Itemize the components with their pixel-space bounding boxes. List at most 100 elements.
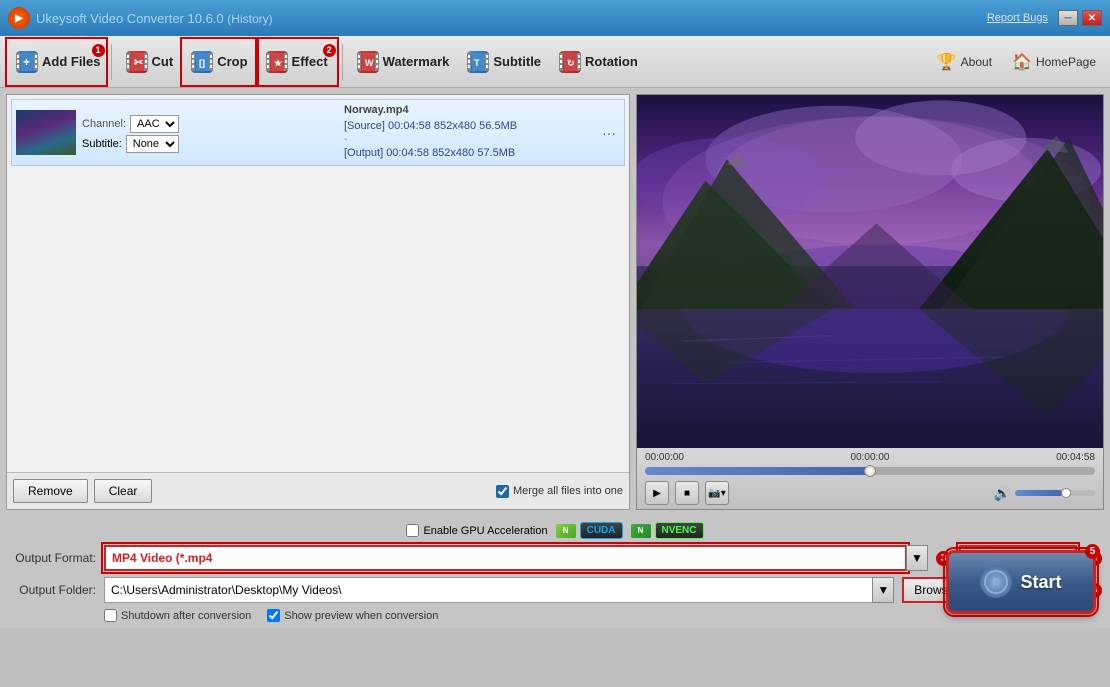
volume-fill — [1015, 490, 1063, 496]
watermark-icon: W — [357, 51, 379, 73]
format-input-group: ▼ — [104, 545, 928, 571]
file-info: Channel: AAC Subtitle: None — [82, 113, 330, 153]
cut-label: Cut — [152, 54, 174, 69]
main-area: Channel: AAC Subtitle: None Norway.mp4 — [0, 88, 1110, 516]
time-middle: 00:00:00 — [851, 452, 890, 463]
table-row[interactable]: Channel: AAC Subtitle: None Norway.mp4 — [11, 99, 625, 166]
separator-2 — [342, 44, 343, 80]
subtitle-select[interactable]: None — [126, 135, 179, 153]
shutdown-checkbox[interactable] — [104, 609, 117, 622]
effect-label: Effect — [292, 54, 328, 69]
file-meta: Norway.mp4 [Source] 00:04:58 852x480 56.… — [344, 104, 592, 161]
folder-path-input[interactable] — [104, 577, 873, 603]
homepage-button[interactable]: 🏠 HomePage — [1006, 48, 1102, 76]
preview-video — [637, 95, 1103, 448]
remove-button[interactable]: Remove — [13, 479, 88, 503]
preview-controls: 00:00:00 00:00:00 00:04:58 ▶ ■ 📷▾ 🔊 — [637, 448, 1103, 509]
preview-label: Show preview when conversion — [284, 610, 438, 622]
shutdown-label: Shutdown after conversion — [121, 610, 251, 622]
window-controls: ─ ✕ — [1058, 10, 1102, 26]
volume-track[interactable] — [1015, 490, 1095, 496]
cuda-logo: N — [556, 524, 576, 538]
subtitle-label: Subtitle — [493, 54, 541, 69]
progress-bar[interactable] — [645, 467, 1095, 475]
file-thumbnail — [16, 110, 76, 155]
volume-icon: 🔊 — [994, 485, 1011, 502]
start-label: Start — [1020, 572, 1061, 593]
channel-select[interactable]: AAC — [130, 115, 179, 133]
file-subtitle-row: Subtitle: None — [82, 135, 330, 153]
about-button[interactable]: 🏆 About — [931, 48, 998, 76]
add-badge: 1 — [92, 44, 105, 57]
add-files-icon: + — [16, 51, 38, 73]
time-bar: 00:00:00 00:00:00 00:04:58 — [645, 452, 1095, 463]
gpu-checkbox-row: Enable GPU Acceleration — [406, 524, 547, 537]
about-icon: 🏆 — [937, 52, 957, 72]
cut-button[interactable]: ✂ Cut — [118, 40, 182, 84]
time-right: 00:04:58 — [1056, 452, 1095, 463]
gpu-enable-checkbox[interactable] — [406, 524, 419, 537]
stop-button[interactable]: ■ — [675, 481, 699, 505]
progress-thumb[interactable] — [864, 465, 876, 477]
title-bar: ▶ Ukeysoft Video Converter 10.6.0 (Histo… — [0, 0, 1110, 36]
merge-checkbox-input[interactable] — [496, 485, 509, 498]
file-more-button[interactable]: ··· — [598, 125, 620, 141]
app-title: Ukeysoft Video Converter 10.6.0 (History… — [36, 11, 987, 26]
output-folder-row: Output Folder: ▼ Browse... Open Output 6 — [8, 577, 1102, 603]
report-bugs-link[interactable]: Report Bugs — [987, 12, 1048, 24]
subtitle-label-field: Subtitle: — [82, 138, 122, 150]
crop-icon: [] — [191, 51, 213, 73]
crop-button[interactable]: [] Crop — [183, 40, 255, 84]
subtitle-icon: T — [467, 51, 489, 73]
play-button[interactable]: ▶ — [645, 481, 669, 505]
nvenc-badge: NVENC — [655, 522, 704, 539]
effect-icon: ★ — [266, 51, 288, 73]
rotation-icon: ↻ — [559, 51, 581, 73]
nvenc-logo: N — [631, 524, 651, 538]
cut-icon: ✂ — [126, 51, 148, 73]
file-list[interactable]: Channel: AAC Subtitle: None Norway.mp4 — [7, 95, 629, 472]
start-button[interactable]: Start — [946, 550, 1096, 614]
cuda-badge: CUDA — [580, 522, 623, 539]
file-panel-bottom: Remove Clear Merge all files into one — [7, 472, 629, 509]
preview-panel: 00:00:00 00:00:00 00:04:58 ▶ ■ 📷▾ 🔊 — [636, 94, 1104, 510]
source-dash: - — [344, 134, 592, 145]
nvenc-group: N NVENC — [631, 522, 704, 539]
preview-checkbox[interactable] — [267, 609, 280, 622]
start-icon — [980, 566, 1012, 598]
time-left: 00:00:00 — [645, 452, 684, 463]
volume-control: 🔊 — [994, 485, 1095, 502]
minimize-button[interactable]: ─ — [1058, 10, 1078, 26]
crop-label: Crop — [217, 54, 247, 69]
toolbar-right: 🏆 About 🏠 HomePage — [931, 48, 1102, 76]
file-panel: Channel: AAC Subtitle: None Norway.mp4 — [6, 94, 630, 510]
watermark-button[interactable]: W Watermark — [349, 40, 458, 84]
source-info: [Source] 00:04:58 852x480 56.5MB — [344, 120, 592, 132]
file-name: Norway.mp4 — [344, 104, 592, 116]
svg-text:[]: [] — [199, 58, 205, 68]
output-format-input[interactable] — [104, 545, 907, 571]
clear-button[interactable]: Clear — [94, 479, 153, 503]
watermark-label: Watermark — [383, 54, 450, 69]
output-folder-label: Output Folder: — [8, 583, 96, 597]
format-dropdown-arrow[interactable]: ▼ — [906, 545, 928, 571]
volume-thumb[interactable] — [1061, 488, 1071, 498]
output-format-label: Output Format: — [8, 551, 96, 565]
add-files-label: Add Files — [42, 54, 101, 69]
about-label: About — [961, 55, 992, 69]
output-info: [Output] 00:04:58 852x480 57.5MB — [344, 147, 592, 159]
subtitle-button[interactable]: T Subtitle — [459, 40, 549, 84]
rotation-button[interactable]: ↻ Rotation — [551, 40, 646, 84]
homepage-label: HomePage — [1036, 55, 1096, 69]
shutdown-checkbox-row: Shutdown after conversion — [104, 609, 251, 622]
toolbar: + Add Files 1 ✂ Cut [] Crop ★ Effect 2 — [0, 36, 1110, 88]
app-logo: ▶ — [8, 7, 30, 29]
playback-controls: ▶ ■ 📷▾ 🔊 — [645, 481, 1095, 505]
screenshot-button[interactable]: 📷▾ — [705, 481, 729, 505]
output-format-row: Output Format: ▼ 3 Output Settings 4 — [8, 545, 1102, 571]
add-files-button[interactable]: + Add Files — [8, 40, 105, 84]
svg-text:✂: ✂ — [134, 57, 143, 69]
folder-dropdown-arrow[interactable]: ▼ — [872, 577, 894, 603]
close-button[interactable]: ✕ — [1082, 10, 1102, 26]
channel-label: Channel: — [82, 118, 126, 130]
